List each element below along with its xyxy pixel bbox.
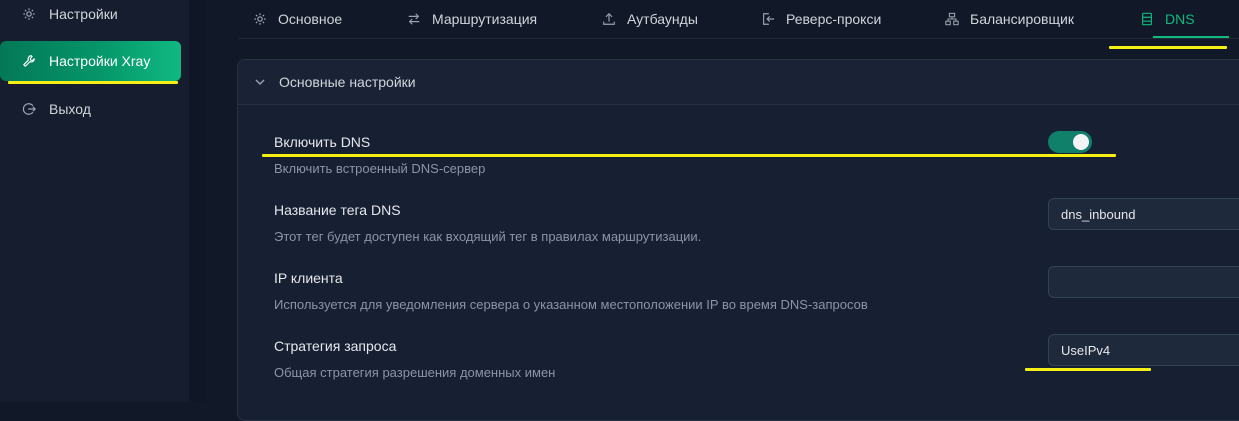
client-ip-desc: Используется для уведомления сервера о у… bbox=[274, 297, 868, 312]
enable-dns-desc: Включить встроенный DNS-сервер bbox=[274, 161, 486, 176]
sidebar-item-logout[interactable]: Выход bbox=[0, 89, 181, 129]
toggle-knob bbox=[1073, 134, 1089, 150]
main-content: Основное Маршрутизация Аутбаунды Реверс-… bbox=[205, 0, 1239, 421]
client-ip-title: IP клиента bbox=[274, 270, 343, 286]
import-icon bbox=[761, 12, 775, 26]
sidebar-item-label: Выход bbox=[49, 101, 91, 117]
dns-tag-desc: Этот тег будет доступен как входящий тег… bbox=[274, 229, 702, 244]
enable-dns-title: Включить DNS bbox=[274, 134, 371, 150]
tab-routing[interactable]: Маршрутизация bbox=[407, 0, 537, 38]
dns-tag-input[interactable] bbox=[1048, 198, 1239, 230]
query-strategy-value: UseIPv4 bbox=[1061, 342, 1111, 358]
logout-icon bbox=[21, 101, 37, 117]
tab-label: Балансировщик bbox=[970, 11, 1074, 27]
wrench-icon bbox=[21, 53, 37, 69]
tab-balancer[interactable]: Балансировщик bbox=[945, 0, 1074, 38]
database-icon bbox=[1140, 12, 1154, 26]
client-ip-input[interactable] bbox=[1048, 266, 1239, 298]
tab-label: Маршрутизация bbox=[432, 11, 538, 27]
section-title: Основные настройки bbox=[279, 74, 416, 90]
tab-label: Аутбаунды bbox=[627, 11, 698, 27]
sidebar-item-label: Настройки Xray bbox=[49, 53, 151, 69]
tab-outbounds[interactable]: Аутбаунды bbox=[602, 0, 698, 38]
tab-label: Реверс-прокси bbox=[786, 11, 882, 27]
tab-general[interactable]: Основное bbox=[253, 0, 342, 38]
sidebar-divider bbox=[189, 0, 205, 402]
highlight-underline bbox=[262, 154, 1116, 157]
chevron-down-icon bbox=[254, 76, 266, 88]
settings-card: Основные настройки Включить DNS Включить… bbox=[237, 59, 1239, 421]
tab-label: DNS bbox=[1165, 11, 1195, 27]
sidebar-item-settings[interactable]: Настройки bbox=[0, 0, 181, 34]
query-strategy-title: Стратегия запроса bbox=[274, 338, 397, 354]
dns-tag-title: Название тега DNS bbox=[274, 202, 401, 218]
highlight-underline bbox=[1025, 368, 1151, 371]
highlight-underline bbox=[1109, 46, 1227, 49]
gear-icon bbox=[21, 6, 37, 22]
cluster-icon bbox=[945, 12, 959, 26]
tab-label: Основное bbox=[278, 11, 343, 27]
active-tab-indicator bbox=[1153, 36, 1229, 38]
sidebar-item-label: Настройки bbox=[49, 6, 118, 22]
section-header[interactable]: Основные настройки bbox=[238, 60, 1239, 105]
tab-reverse-proxy[interactable]: Реверс-прокси bbox=[761, 0, 881, 38]
tabs-bar: Основное Маршрутизация Аутбаунды Реверс-… bbox=[238, 0, 1239, 39]
gear-icon bbox=[253, 12, 267, 26]
upload-icon bbox=[602, 12, 616, 26]
tab-dns[interactable]: DNS bbox=[1140, 0, 1195, 38]
enable-dns-toggle[interactable] bbox=[1048, 131, 1092, 153]
query-strategy-desc: Общая стратегия разрешения доменных имен bbox=[274, 365, 556, 380]
sidebar-item-xray-settings[interactable]: Настройки Xray bbox=[0, 41, 181, 81]
swap-icon bbox=[407, 12, 421, 26]
query-strategy-select[interactable]: UseIPv4 bbox=[1048, 334, 1239, 366]
sidebar: Настройки Настройки Xray Выход bbox=[0, 0, 189, 402]
highlight-underline bbox=[8, 81, 178, 84]
